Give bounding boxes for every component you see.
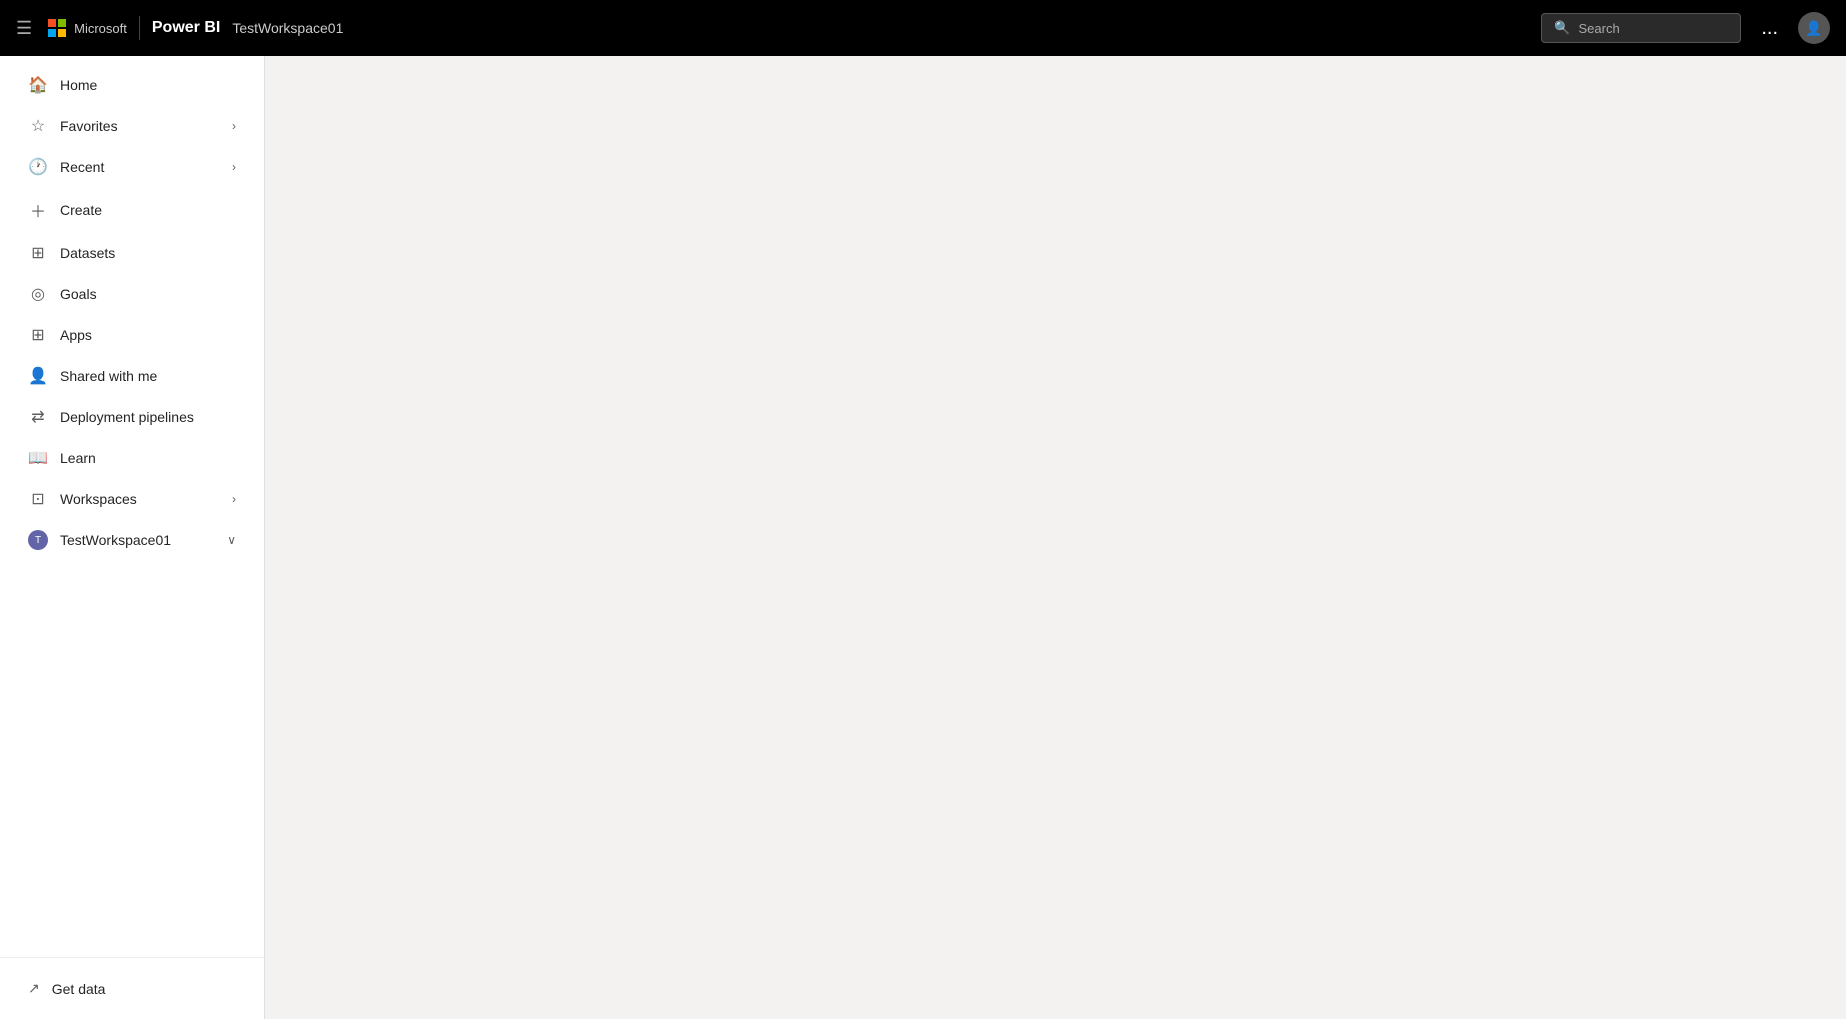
sidebar-item-workspaces[interactable]: ⊡ Workspaces › [8, 479, 256, 519]
chevron-down-icon: ∨ [227, 533, 236, 547]
get-data-label: Get data [52, 981, 106, 997]
workspaces-icon: ⊡ [28, 489, 48, 509]
sidebar-goals-label: Goals [60, 286, 97, 302]
sidebar-footer: ↗ Get data [0, 957, 264, 1019]
home-icon: 🏠 [28, 75, 48, 95]
sidebar-item-goals[interactable]: ◎ Goals [8, 274, 256, 314]
ms-sq-green [58, 19, 66, 27]
ms-squares-icon [48, 19, 66, 37]
microsoft-logo: Microsoft [48, 19, 127, 37]
get-data-button[interactable]: ↗ Get data [20, 970, 244, 1007]
microsoft-label: Microsoft [74, 21, 127, 36]
sidebar-create-label: Create [60, 202, 102, 218]
sidebar-recent-label: Recent [60, 159, 104, 175]
sidebar-item-apps[interactable]: ⊞ Apps [8, 315, 256, 355]
sidebar-item-sharedwithme[interactable]: 👤 Shared with me [8, 356, 256, 396]
sidebar: 🏠 Home ☆ Favorites › 🕐 Recent › [0, 56, 265, 1019]
sidebar-item-testworkspace[interactable]: T TestWorkspace01 ∨ [8, 520, 256, 560]
sidebar-item-datasets[interactable]: ⊞ Datasets [8, 233, 256, 273]
workspace-label: TestWorkspace01 [232, 20, 343, 36]
sidebar-sharedwithme-label: Shared with me [60, 368, 157, 384]
sidebar-nav: 🏠 Home ☆ Favorites › 🕐 Recent › [0, 56, 264, 957]
sidebar-item-deployment[interactable]: ⇄ Deployment pipelines [8, 397, 256, 437]
ms-sq-yellow [58, 29, 66, 37]
ms-sq-blue [48, 29, 56, 37]
hamburger-icon[interactable]: ☰ [16, 18, 32, 39]
recent-icon: 🕐 [28, 157, 48, 177]
create-icon: ＋ [28, 198, 48, 222]
testworkspace-icon: T [28, 530, 48, 550]
learn-icon: 📖 [28, 448, 48, 468]
sidebar-workspaces-label: Workspaces [60, 491, 137, 507]
get-data-icon: ↗ [28, 980, 40, 997]
header-divider [139, 16, 140, 40]
more-options-button[interactable]: ... [1753, 13, 1786, 44]
avatar-icon: 👤 [1805, 20, 1822, 37]
user-avatar[interactable]: 👤 [1798, 12, 1830, 44]
sidebar-apps-label: Apps [60, 327, 92, 343]
chevron-right-icon: › [232, 119, 236, 133]
search-icon: 🔍 [1554, 20, 1570, 36]
favorites-icon: ☆ [28, 116, 48, 136]
chevron-right-icon-2: › [232, 160, 236, 174]
sidebar-testworkspace-label: TestWorkspace01 [60, 532, 171, 548]
sidebar-learn-label: Learn [60, 450, 96, 466]
sidebar-item-recent[interactable]: 🕐 Recent › [8, 147, 256, 187]
sidebar-home-label: Home [60, 77, 97, 93]
sidebar-datasets-label: Datasets [60, 245, 115, 261]
sidebar-deployment-label: Deployment pipelines [60, 409, 194, 425]
goals-icon: ◎ [28, 284, 48, 304]
sidebar-item-favorites[interactable]: ☆ Favorites › [8, 106, 256, 146]
sidebar-item-create[interactable]: ＋ Create [8, 188, 256, 232]
sidebar-item-home[interactable]: 🏠 Home [8, 65, 256, 105]
deployment-icon: ⇄ [28, 407, 48, 427]
search-placeholder: Search [1579, 21, 1620, 36]
sidebar-favorites-label: Favorites [60, 118, 118, 134]
datasets-icon: ⊞ [28, 243, 48, 263]
sharedwithme-icon: 👤 [28, 366, 48, 386]
header-search-box[interactable]: 🔍 Search [1541, 13, 1741, 43]
apps-icon: ⊞ [28, 325, 48, 345]
sidebar-item-learn[interactable]: 📖 Learn [8, 438, 256, 478]
chevron-right-icon-3: › [232, 492, 236, 506]
top-header: ☰ Microsoft Power BI TestWorkspace01 🔍 S… [0, 0, 1846, 56]
app-name-label: Power BI [152, 19, 220, 37]
ms-sq-red [48, 19, 56, 27]
